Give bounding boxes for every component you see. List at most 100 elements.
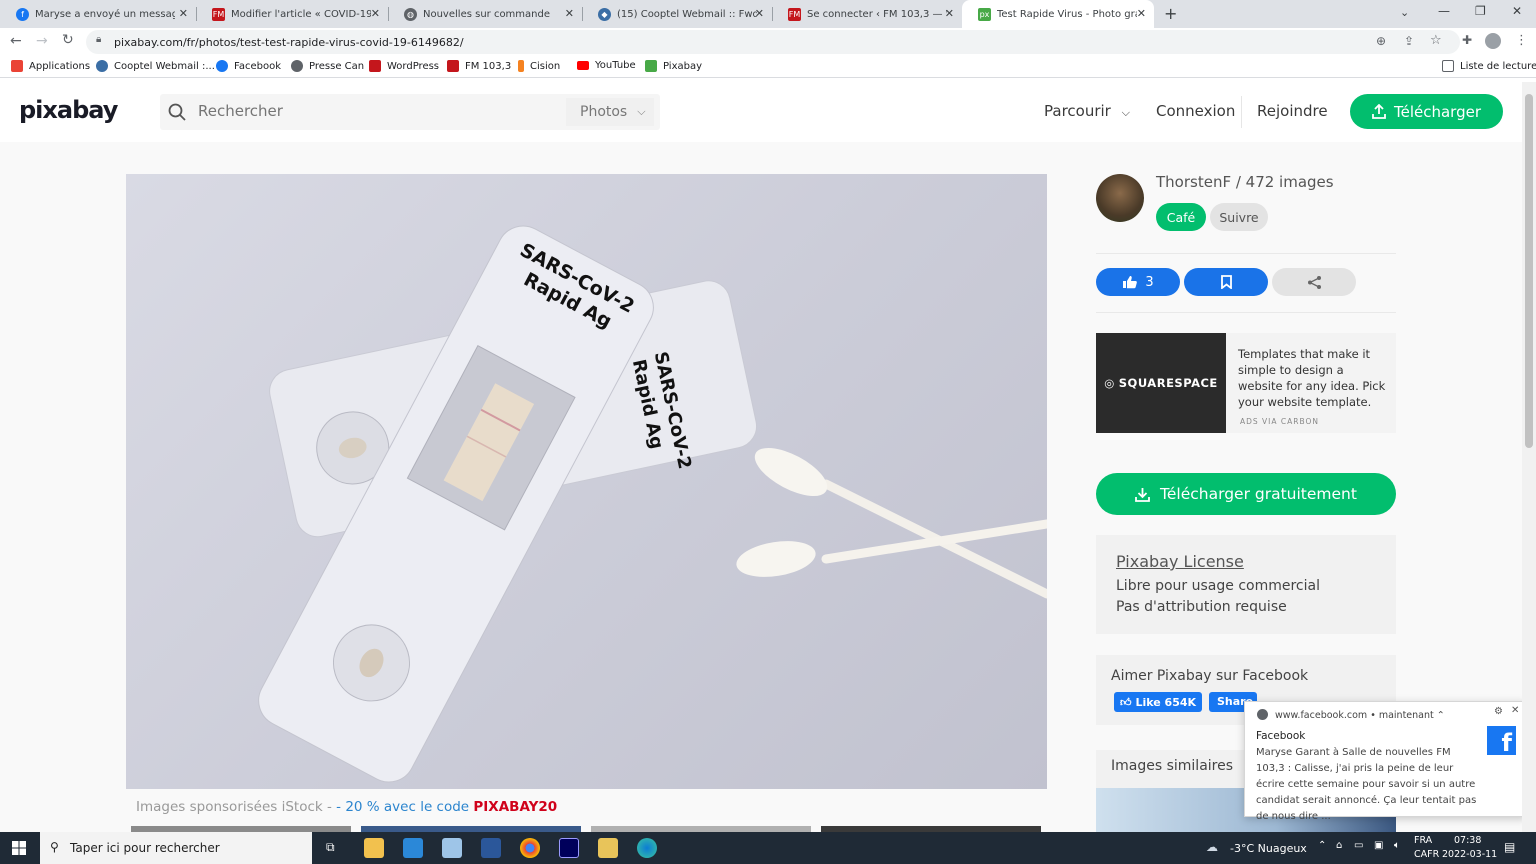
search-icon[interactable]: [168, 103, 186, 121]
author-avatar[interactable]: [1096, 174, 1144, 222]
bookmark-facebook[interactable]: Facebook: [216, 60, 281, 72]
bookmark-cooptel[interactable]: Cooptel Webmail :...: [96, 60, 215, 72]
scrollbar-thumb[interactable]: [1525, 94, 1533, 448]
sponsor-label[interactable]: Images sponsorisées iStock -: [136, 799, 336, 815]
window-close-icon[interactable]: ✕: [1512, 4, 1522, 18]
settings-icon[interactable]: ⚙: [1494, 706, 1503, 717]
facebook-notification-toast[interactable]: www.facebook.com • maintenant ⌃ ⚙ ✕ Face…: [1244, 701, 1526, 822]
search-input[interactable]: [198, 102, 558, 120]
bookmark-fm[interactable]: FM 103,3: [447, 60, 511, 72]
audition-icon[interactable]: [559, 838, 579, 858]
new-tab-icon[interactable]: +: [1164, 4, 1177, 23]
login-link[interactable]: Connexion: [1156, 102, 1235, 120]
weather-text[interactable]: -3°C Nuageux: [1230, 842, 1307, 855]
bookmark-wordpress[interactable]: WordPress: [369, 60, 439, 72]
windows-start-icon[interactable]: [12, 841, 26, 855]
display-icon[interactable]: ▣: [1374, 840, 1383, 851]
coffee-button[interactable]: Café: [1156, 203, 1206, 231]
search-icon: ⚲: [50, 840, 59, 854]
task-view-icon[interactable]: ⧉: [326, 840, 335, 855]
join-link[interactable]: Rejoindre: [1257, 102, 1328, 120]
browser-tab-1[interactable]: f Maryse a envoyé un message à S ✕: [0, 0, 196, 28]
browser-tab-active[interactable]: px Test Rapide Virus - Photo gratuite ✕: [962, 0, 1154, 28]
restore-icon[interactable]: ❐: [1475, 4, 1486, 18]
extensions-icon[interactable]: ✚: [1462, 33, 1472, 47]
url-bar[interactable]: 🔒︎ pixabay.com/fr/photos/test-test-rapid…: [86, 30, 1460, 54]
app-icon[interactable]: [442, 838, 462, 858]
close-icon[interactable]: ✕: [755, 7, 764, 20]
chrome-icon[interactable]: [520, 838, 540, 858]
close-icon[interactable]: ✕: [1137, 7, 1146, 20]
taskbar-search[interactable]: ⚲ Taper ici pour rechercher: [40, 832, 312, 864]
share-icon[interactable]: ⇪: [1404, 34, 1414, 48]
close-icon[interactable]: ✕: [179, 7, 188, 20]
ad-image[interactable]: ◎ SQUARESPACE: [1096, 333, 1226, 433]
clock-date[interactable]: 2022-03-11: [1442, 849, 1497, 860]
clock-time[interactable]: 07:38: [1454, 835, 1481, 846]
volume-icon[interactable]: 🔈︎: [1394, 840, 1400, 851]
notification-center-icon[interactable]: ▤: [1504, 840, 1515, 854]
browser-tab-4[interactable]: ◆ (15) Cooptel Webmail :: Fwd: No ✕: [582, 0, 772, 28]
forward-icon[interactable]: →: [36, 33, 48, 49]
lock-icon: 🔒︎: [96, 34, 102, 45]
menu-icon[interactable]: ⋮: [1515, 33, 1528, 48]
follow-button[interactable]: Suivre: [1210, 203, 1268, 231]
pixabay-logo[interactable]: pixabay: [19, 96, 118, 124]
page-scrollbar[interactable]: [1522, 82, 1536, 832]
thumbs-up-icon: 👍︎: [1119, 695, 1132, 709]
similar-images-title: Images similaires: [1111, 758, 1234, 774]
upload-button[interactable]: Télécharger: [1350, 94, 1503, 129]
author-name[interactable]: ThorstenF / 472 images: [1156, 173, 1334, 191]
search-type-select[interactable]: Photos ⌵: [566, 98, 654, 126]
star-icon[interactable]: ☆: [1430, 33, 1442, 48]
reload-icon[interactable]: ↻: [62, 32, 74, 48]
edge-icon[interactable]: [637, 838, 657, 858]
browser-tab-3[interactable]: ◍ Nouvelles sur commande ✕: [388, 0, 582, 28]
bookmark-presse-can[interactable]: Presse Can: [291, 60, 364, 72]
browse-menu[interactable]: Parcourir ⌵: [1044, 102, 1130, 120]
mail-icon[interactable]: [403, 838, 423, 858]
bookmark-label: Pixabay: [663, 60, 703, 72]
word-icon[interactable]: [481, 838, 501, 858]
file-explorer-icon[interactable]: [364, 838, 384, 858]
close-icon[interactable]: ✕: [945, 7, 954, 20]
main-photo[interactable]: SARS-CoV-2 Rapid Ag SARS-CoV-2 Rapid Ag: [126, 174, 1047, 789]
tray-chevron-icon[interactable]: ⌃: [1318, 840, 1326, 851]
tab-search-icon[interactable]: ⌄: [1400, 6, 1409, 19]
share-button[interactable]: [1272, 268, 1356, 296]
language-line-1[interactable]: FRA: [1414, 835, 1432, 846]
close-icon[interactable]: ✕: [371, 7, 380, 20]
reading-list-icon: [1442, 60, 1454, 72]
bookmark-cision[interactable]: Cision: [518, 60, 560, 72]
bookmark-applications[interactable]: Applications: [11, 60, 90, 72]
network-icon[interactable]: ⌂: [1336, 840, 1342, 851]
back-icon[interactable]: ←: [10, 33, 22, 49]
carbon-ad[interactable]: ◎ SQUARESPACE Templates that make it simp…: [1096, 333, 1396, 433]
zoom-icon[interactable]: ⊕: [1376, 34, 1386, 48]
sponsor-discount[interactable]: - 20 % avec le code: [336, 799, 473, 815]
bookmark-youtube[interactable]: YouTube: [577, 60, 636, 71]
minimize-icon[interactable]: —: [1438, 4, 1450, 18]
reading-list[interactable]: Liste de lecture: [1442, 60, 1536, 72]
battery-icon[interactable]: ▭: [1354, 840, 1363, 851]
notification-source: www.facebook.com: [1275, 710, 1368, 721]
bookmark-button[interactable]: [1184, 268, 1268, 296]
fm-icon: [369, 60, 381, 72]
browser-tab-5[interactable]: FM Se connecter ‹ FM 103,3 — Word ✕: [772, 0, 962, 28]
like-button[interactable]: 3: [1096, 268, 1180, 296]
close-icon[interactable]: ✕: [565, 7, 574, 20]
profile-avatar[interactable]: [1485, 33, 1501, 49]
close-icon[interactable]: ✕: [1511, 705, 1519, 716]
sponsor-code[interactable]: PIXABAY20: [473, 799, 557, 815]
bookmark-pixabay[interactable]: Pixabay: [645, 60, 702, 72]
ad-via-carbon[interactable]: ADS VIA CARBON: [1240, 417, 1319, 426]
chevron-down-icon: ⌵: [1121, 106, 1130, 119]
bookmark-label: Facebook: [234, 60, 281, 72]
license-link[interactable]: Pixabay License: [1116, 551, 1376, 572]
facebook-like-button[interactable]: 👍︎ Like 654K: [1114, 692, 1202, 712]
language-line-2[interactable]: CAFR: [1414, 849, 1439, 860]
ad-text[interactable]: Templates that make it simple to design …: [1238, 346, 1388, 410]
browser-tab-2[interactable]: FM Modifier l'article « COVID-19 : La ✕: [196, 0, 388, 28]
app-icon-2[interactable]: [598, 838, 618, 858]
download-free-button[interactable]: Télécharger gratuitement: [1096, 473, 1396, 515]
